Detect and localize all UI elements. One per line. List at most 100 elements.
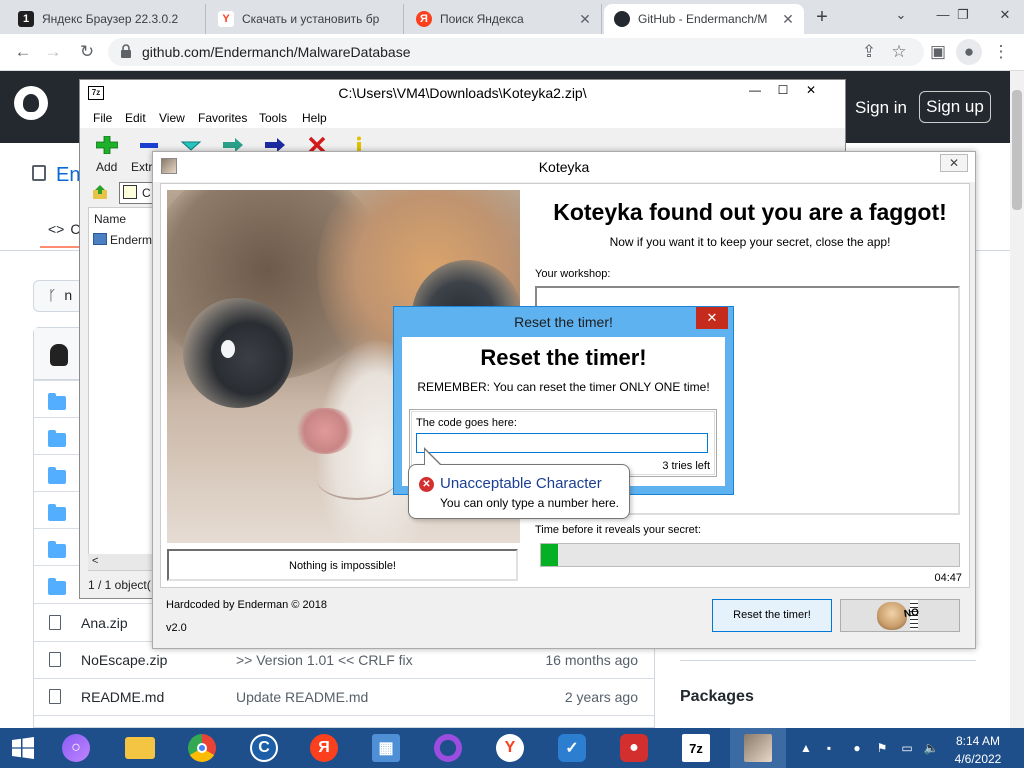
tray-network-icon[interactable]: ⚑ (873, 739, 891, 757)
reset-timer-button[interactable]: Reset the timer! (712, 599, 832, 632)
avatar[interactable] (50, 344, 68, 366)
yandex-y-icon: Y (218, 11, 234, 27)
taskbar-7zip[interactable]: 7z (668, 728, 724, 768)
7zip-icon: 7z (682, 734, 710, 762)
forward-arrow-icon[interactable]: → (40, 39, 66, 65)
side-panel-icon[interactable]: ▣ (925, 39, 951, 65)
menu-tools[interactable]: Tools (259, 111, 287, 125)
taskbar-chrome[interactable] (174, 728, 230, 768)
7zip-close-button[interactable]: ✕ (797, 80, 825, 100)
credit-text: Hardcoded by Enderman © 2018 (166, 599, 327, 611)
list-item[interactable]: Enderm (110, 233, 152, 247)
branch-icon: ᚴ (48, 287, 57, 303)
menu-help[interactable]: Help (302, 111, 327, 125)
taskbar-opera[interactable] (420, 728, 476, 768)
branch-label: ᚴn (48, 287, 73, 303)
taskbar-koteyka[interactable] (730, 728, 786, 768)
browser-tab-yandex-search[interactable]: Я Поиск Яндекса ✕ (406, 4, 602, 34)
url-text: github.com/Endermanch/MalwareDatabase (142, 44, 411, 60)
tab-search-icon[interactable]: ⌄ (884, 0, 918, 30)
packages-heading[interactable]: Packages (680, 688, 754, 706)
taskbar-yandex-browser[interactable]: Y (482, 728, 538, 768)
taskbar-recorder[interactable]: ● (606, 728, 662, 768)
profile-avatar-icon[interactable]: ● (956, 39, 982, 65)
tray-monitor-icon[interactable]: ▭ (898, 739, 916, 757)
taskbar-control-panel[interactable]: ▦ (358, 728, 414, 768)
taskbar-alice[interactable]: ○ (48, 728, 104, 768)
browser-tab-download[interactable]: Y Скачать и установить бр (208, 4, 404, 34)
version-text: v2.0 (166, 622, 187, 634)
add-plus-icon[interactable] (96, 136, 118, 154)
new-tab-button[interactable]: + (812, 6, 832, 28)
tray-volume-icon[interactable]: 🔈 (922, 739, 940, 757)
taskbar-shield[interactable]: ✓ (544, 728, 600, 768)
koteyka-headline: Koteyka found out you are a faggot! (553, 199, 947, 225)
clock-time[interactable]: 8:14 AM (948, 734, 1008, 748)
share-icon[interactable]: ⇪ (856, 39, 882, 65)
cat-icon (744, 734, 772, 762)
reset-dialog-close-button[interactable]: ✕ (696, 307, 728, 329)
code-input[interactable] (416, 433, 708, 453)
taskbar-ccleaner[interactable]: C (236, 728, 292, 768)
koteyka-close-button[interactable]: ✕ (940, 154, 968, 172)
taskbar-explorer[interactable] (112, 728, 168, 768)
countdown-progress-fill (541, 544, 558, 566)
tab-code[interactable]: <> C (48, 221, 80, 237)
menu-kebab-icon[interactable]: ⋮ (988, 39, 1014, 65)
control-panel-icon: ▦ (372, 734, 400, 762)
column-header-name[interactable]: Name (94, 212, 126, 226)
browser-tab-yandex-browser[interactable]: 1 Яндекс Браузер 22.3.0.2 (8, 4, 206, 34)
7zip-maximize-button[interactable]: ☐ (769, 80, 797, 100)
tray-recorder-icon[interactable]: ● (848, 739, 866, 757)
chrome-icon (188, 734, 216, 762)
folder-icon (48, 393, 66, 410)
row-divider (34, 678, 654, 679)
page-scrollbar-thumb[interactable] (1012, 90, 1022, 210)
baldi-no-text: NO (903, 607, 920, 620)
koteyka-subtitle: Now if you want it to keep your secret, … (609, 235, 891, 249)
menu-view[interactable]: View (159, 111, 185, 125)
tray-cat-icon[interactable]: ▪ (820, 739, 838, 757)
shield-icon: ✓ (558, 734, 586, 762)
commit-message-link[interactable]: Update README.md (236, 689, 368, 705)
commit-message-link[interactable]: >> Version 1.01 << CRLF fix (236, 652, 413, 668)
close-tab-icon[interactable]: ✕ (780, 11, 796, 27)
commit-age: 2 years ago (564, 689, 638, 705)
opera-icon (434, 734, 462, 762)
yandex-browser-icon: 1 (18, 11, 34, 27)
browser-tab-github[interactable]: GitHub - Endermanch/M ✕ (604, 4, 804, 34)
github-logo-icon[interactable] (14, 86, 48, 120)
repo-owner-link[interactable]: En (56, 164, 80, 187)
sign-up-button[interactable]: Sign up (919, 91, 991, 123)
folder-icon (48, 504, 66, 521)
sign-in-link[interactable]: Sign in (855, 98, 907, 118)
menu-edit[interactable]: Edit (125, 111, 146, 125)
show-hidden-icons-chevron-icon[interactable]: ▲ (797, 739, 815, 757)
taskbar-yandex[interactable]: Я (296, 728, 352, 768)
bookmark-star-icon[interactable]: ☆ (886, 39, 912, 65)
extract-label[interactable]: Extr (131, 160, 152, 174)
close-tab-icon[interactable]: ✕ (577, 11, 593, 27)
windows-start-icon[interactable] (0, 728, 46, 768)
back-arrow-icon[interactable]: ← (10, 39, 36, 65)
horizontal-scrollbar[interactable] (88, 554, 158, 570)
scroll-left-icon[interactable]: < (92, 555, 98, 567)
close-window-button[interactable]: ✕ (988, 0, 1022, 30)
menu-favorites[interactable]: Favorites (198, 111, 247, 125)
menu-file[interactable]: File (93, 111, 112, 125)
lock-icon (121, 44, 131, 58)
add-label[interactable]: Add (96, 160, 117, 174)
file-name-link[interactable]: README.md (81, 689, 164, 705)
yandex-browser-y-icon: Y (496, 734, 524, 762)
7zip-file-list (88, 207, 158, 571)
reload-icon[interactable]: ↻ (74, 39, 100, 65)
restore-button[interactable]: ❐ (946, 0, 980, 30)
alice-icon: ○ (62, 734, 90, 762)
clock-date[interactable]: 4/6/2022 (948, 752, 1008, 766)
file-name-link[interactable]: NoEscape.zip (81, 652, 167, 668)
file-icon (49, 615, 61, 630)
folder-up-icon[interactable] (92, 184, 108, 200)
7zip-minimize-button[interactable]: — (741, 80, 769, 100)
file-name-link[interactable]: Ana.zip (81, 615, 128, 631)
reset-dialog-warning: REMEMBER: You can reset the timer ONLY O… (417, 380, 710, 394)
